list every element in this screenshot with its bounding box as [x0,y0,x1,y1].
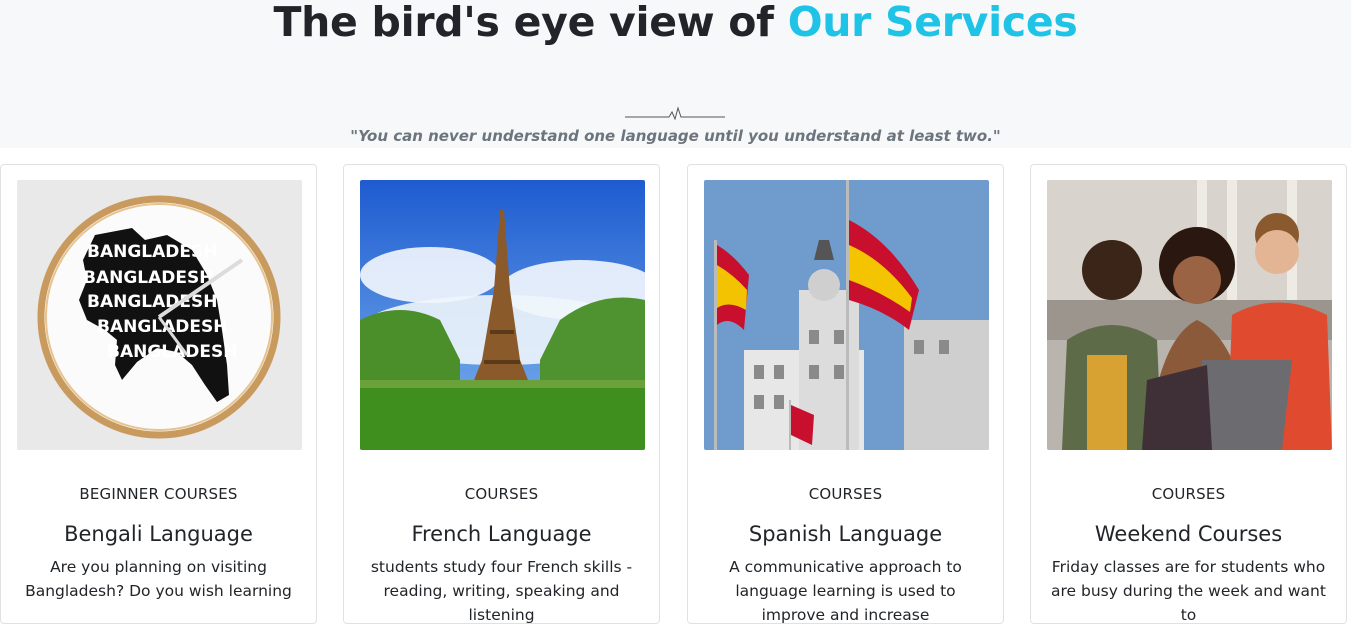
title-accent: Our Services [787,0,1078,46]
service-card-bengali[interactable]: BANGLADESH BANGLADESH BANGLADESH BANGLAD… [0,164,317,624]
card-category: COURSES [808,485,883,503]
card-description: A communicative approach to language lea… [729,558,962,624]
map-word: BANGLADESH [83,268,213,288]
spanish-flags-building-image [704,180,989,450]
service-card-french[interactable]: COURSES French Language students study f… [343,164,660,624]
card-title[interactable]: Bengali Language [1,522,316,546]
card-description: Are you planning on visiting Bangladesh?… [25,558,292,600]
heartbeat-divider-icon [625,106,725,120]
card-category: BEGINNER COURSES [79,485,238,503]
card-category: COURSES [464,485,539,503]
page-title: The bird's eye view of Our Services [0,0,1351,44]
card-title[interactable]: Weekend Courses [1031,522,1346,546]
service-card-weekend[interactable]: COURSES Weekend Courses Friday classes a… [1030,164,1347,624]
service-card-spanish[interactable]: COURSES Spanish Language A communicative… [687,164,1004,624]
eiffel-tower-image [360,180,645,450]
card-category: COURSES [1151,485,1226,503]
card-description: students study four French skills - read… [370,558,633,624]
card-title[interactable]: French Language [344,522,659,546]
students-laptop-image [1047,180,1332,450]
card-description: Friday classes are for students who are … [1051,558,1326,624]
title-prefix: The bird's eye view of [273,0,775,46]
map-word: BANGLADESH [87,242,217,262]
bangladesh-clock-image: BANGLADESH BANGLADESH BANGLADESH BANGLAD… [17,180,302,450]
map-word: BANGLADESH [87,292,217,312]
card-title[interactable]: Spanish Language [688,522,1003,546]
services-header: The bird's eye view of Our Services "You… [0,0,1351,148]
map-word: BANGLADESH [107,342,237,362]
header-quote: "You can never understand one language u… [350,127,1001,145]
